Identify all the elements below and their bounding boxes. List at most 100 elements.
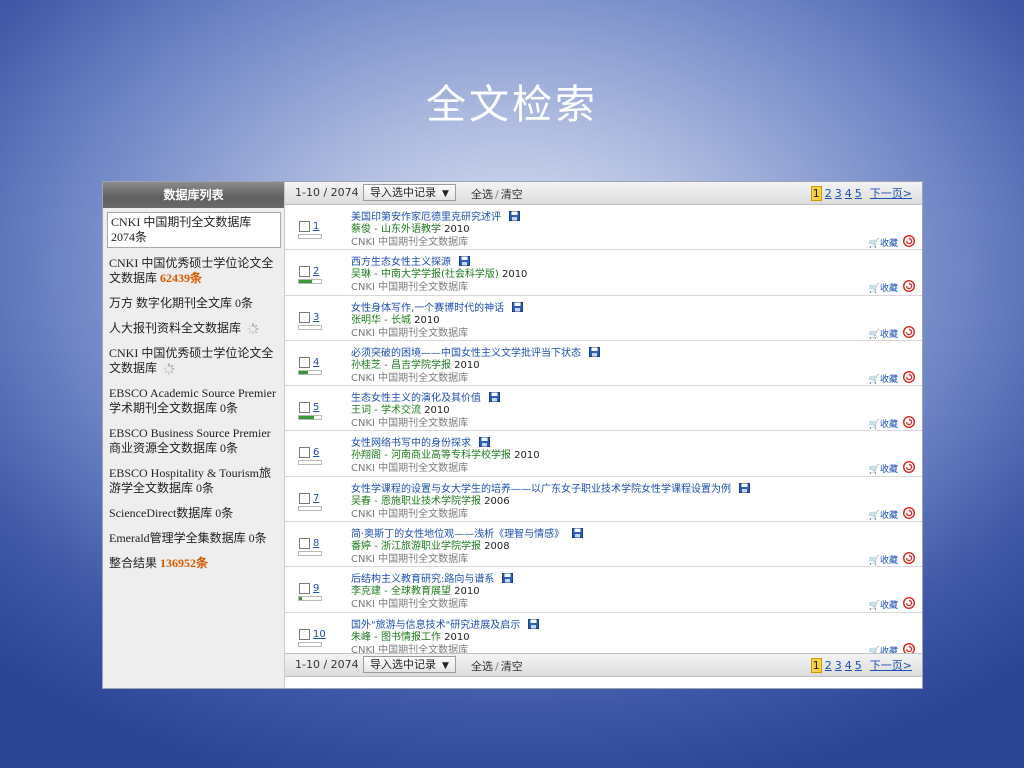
database-count: 0条 bbox=[220, 401, 239, 415]
relevance-bar bbox=[298, 551, 322, 557]
next-page-link[interactable]: 下一页> bbox=[870, 187, 912, 200]
sidebar-header: 数据库列表 bbox=[103, 182, 284, 208]
favorite-link[interactable]: 🛒收藏 bbox=[869, 598, 898, 611]
page-link[interactable]: 3 bbox=[835, 659, 842, 672]
favorite-label: 收藏 bbox=[879, 284, 898, 295]
favorite-link[interactable]: 🛒收藏 bbox=[869, 462, 898, 475]
select-checkbox[interactable] bbox=[299, 402, 310, 414]
result-number-link[interactable]: 4 bbox=[313, 357, 319, 368]
select-checkbox[interactable] bbox=[299, 356, 310, 368]
database-sidebar: 数据库列表 CNKI 中国期刊全文数据库 2074条 CNKI 中国优秀硕士学位论… bbox=[103, 182, 285, 688]
page-link[interactable]: 1 bbox=[810, 658, 822, 673]
save-disk-icon[interactable] bbox=[589, 346, 600, 357]
results-panel: 1-10 / 2074 导入选中记录 ▼ 全选 / 清空 1 2 3 4 5 下一页> 1 美国印… bbox=[285, 182, 922, 688]
clear-link[interactable]: 清空 bbox=[501, 188, 523, 201]
result-source: CNKI 中国期刊全文数据库 bbox=[351, 327, 469, 339]
result-source: CNKI 中国期刊全文数据库 bbox=[351, 508, 469, 520]
link-resolver-icon[interactable] bbox=[902, 234, 916, 248]
page-link[interactable]: 2 bbox=[825, 187, 832, 200]
import-selected-button[interactable]: 导入选中记录 ▼ bbox=[363, 184, 456, 201]
result-number-link[interactable]: 8 bbox=[313, 538, 319, 549]
save-disk-icon[interactable] bbox=[509, 211, 520, 221]
favorite-link[interactable]: 🛒收藏 bbox=[869, 372, 898, 385]
range-slash: / bbox=[319, 186, 331, 199]
link-resolver-icon[interactable] bbox=[902, 461, 916, 474]
page-link[interactable]: 3 bbox=[835, 187, 842, 200]
save-disk-icon[interactable] bbox=[489, 392, 500, 403]
save-disk-icon[interactable] bbox=[528, 618, 540, 629]
database-item[interactable]: CNKI 中国期刊全文数据库 2074条 bbox=[107, 212, 281, 248]
database-item[interactable]: EBSCO Business Source Premier 商业资源全文数据库 … bbox=[107, 424, 281, 458]
link-resolver-icon[interactable] bbox=[902, 325, 916, 338]
favorite-link[interactable]: 🛒收藏 bbox=[869, 281, 898, 294]
favorite-link[interactable]: 🛒收藏 bbox=[869, 417, 898, 430]
database-item[interactable]: CNKI 中国优秀硕士学位论文全文数据库 62439条 bbox=[107, 254, 281, 288]
select-all-link[interactable]: 全选 bbox=[471, 188, 493, 201]
result-row: 1 美国印第安作家厄德里克研究述评 蔡俊 - 山东外语教学 2010 CNKI 中国期… bbox=[285, 205, 922, 251]
page-link[interactable]: 5 bbox=[855, 659, 862, 672]
database-item[interactable]: 万方 数字化期刊全文库 0条 bbox=[107, 294, 281, 313]
select-checkbox[interactable] bbox=[299, 583, 310, 595]
save-disk-icon[interactable] bbox=[512, 301, 524, 312]
database-count: 0条 bbox=[235, 296, 254, 310]
link-resolver-icon[interactable] bbox=[902, 280, 916, 293]
database-item[interactable]: 人大报刊资料全文数据库 bbox=[107, 319, 281, 338]
select-checkbox[interactable] bbox=[299, 628, 310, 640]
result-source: CNKI 中国期刊全文数据库 bbox=[351, 282, 469, 294]
database-name: 整合结果 bbox=[109, 556, 158, 570]
favorite-link[interactable]: 🛒收藏 bbox=[869, 236, 898, 249]
link-resolver-icon[interactable] bbox=[902, 506, 916, 519]
select-checkbox[interactable] bbox=[299, 311, 310, 323]
result-number-link[interactable]: 6 bbox=[313, 447, 319, 458]
database-name: EBSCO Academic Source Premier 学术期刊全文数据库 bbox=[109, 386, 276, 415]
result-number-link[interactable]: 3 bbox=[313, 312, 319, 323]
dropdown-arrow-icon: ▼ bbox=[442, 189, 449, 199]
database-item[interactable]: Emerald管理学全集数据库 0条 bbox=[107, 529, 281, 548]
save-disk-icon[interactable] bbox=[502, 573, 514, 584]
result-number-link[interactable]: 10 bbox=[313, 629, 326, 640]
database-item[interactable]: ScienceDirect数据库 0条 bbox=[107, 504, 281, 523]
select-checkbox[interactable] bbox=[299, 492, 310, 504]
page-link[interactable]: 2 bbox=[825, 659, 832, 672]
database-count: 136952条 bbox=[160, 556, 209, 570]
result-number-link[interactable]: 9 bbox=[313, 583, 319, 594]
favorite-label: 收藏 bbox=[879, 329, 898, 340]
page-link[interactable]: 5 bbox=[855, 187, 862, 200]
next-page-link[interactable]: 下一页> bbox=[870, 659, 912, 672]
result-row: 6 女性网络书写中的身份探求 孙翔阁 - 河南商业高等专科学校学报 2010 CNKI… bbox=[285, 431, 922, 477]
clear-link-bottom[interactable]: 清空 bbox=[501, 660, 523, 673]
save-disk-icon[interactable] bbox=[739, 482, 750, 493]
select-all-link-bottom[interactable]: 全选 bbox=[471, 660, 493, 673]
relevance-bar bbox=[298, 279, 322, 285]
database-item[interactable]: CNKI 中国优秀硕士学位论文全文数据库 bbox=[107, 344, 281, 378]
favorite-link[interactable]: 🛒收藏 bbox=[869, 327, 898, 340]
result-number-link[interactable]: 5 bbox=[313, 402, 319, 413]
page-link[interactable]: 4 bbox=[845, 659, 852, 672]
cart-icon: 🛒 bbox=[868, 420, 880, 431]
favorite-link[interactable]: 🛒收藏 bbox=[869, 508, 898, 521]
link-resolver-icon[interactable] bbox=[902, 552, 916, 565]
result-list: 1 美国印第安作家厄德里克研究述评 蔡俊 - 山东外语教学 2010 CNKI 中国期… bbox=[285, 205, 922, 658]
link-resolver-icon[interactable] bbox=[902, 597, 916, 610]
loading-spinner-icon bbox=[163, 363, 175, 375]
result-number-link[interactable]: 2 bbox=[313, 266, 319, 277]
select-checkbox[interactable] bbox=[299, 266, 310, 278]
favorite-link[interactable]: 🛒收藏 bbox=[869, 553, 898, 566]
link-resolver-icon[interactable] bbox=[902, 416, 916, 429]
select-sep: / bbox=[495, 188, 499, 201]
save-disk-icon[interactable] bbox=[572, 528, 584, 539]
select-checkbox[interactable] bbox=[299, 447, 310, 459]
select-checkbox[interactable] bbox=[299, 538, 310, 550]
result-source: CNKI 中国期刊全文数据库 bbox=[351, 599, 469, 611]
link-resolver-icon[interactable] bbox=[902, 370, 916, 383]
database-item[interactable]: EBSCO Hospitality & Tourism旅游学全文数据库 0条 bbox=[107, 464, 281, 498]
page-link[interactable]: 4 bbox=[845, 187, 852, 200]
database-item[interactable]: 整合结果 136952条 bbox=[107, 554, 281, 573]
result-year: 2010 bbox=[501, 269, 528, 281]
page-link[interactable]: 1 bbox=[810, 186, 822, 201]
result-number-link[interactable]: 7 bbox=[313, 493, 319, 504]
result-number-link[interactable]: 1 bbox=[313, 221, 319, 232]
import-selected-button-bottom[interactable]: 导入选中记录 ▼ bbox=[363, 656, 456, 673]
database-item[interactable]: EBSCO Academic Source Premier 学术期刊全文数据库 … bbox=[107, 384, 281, 418]
select-checkbox[interactable] bbox=[299, 221, 310, 232]
